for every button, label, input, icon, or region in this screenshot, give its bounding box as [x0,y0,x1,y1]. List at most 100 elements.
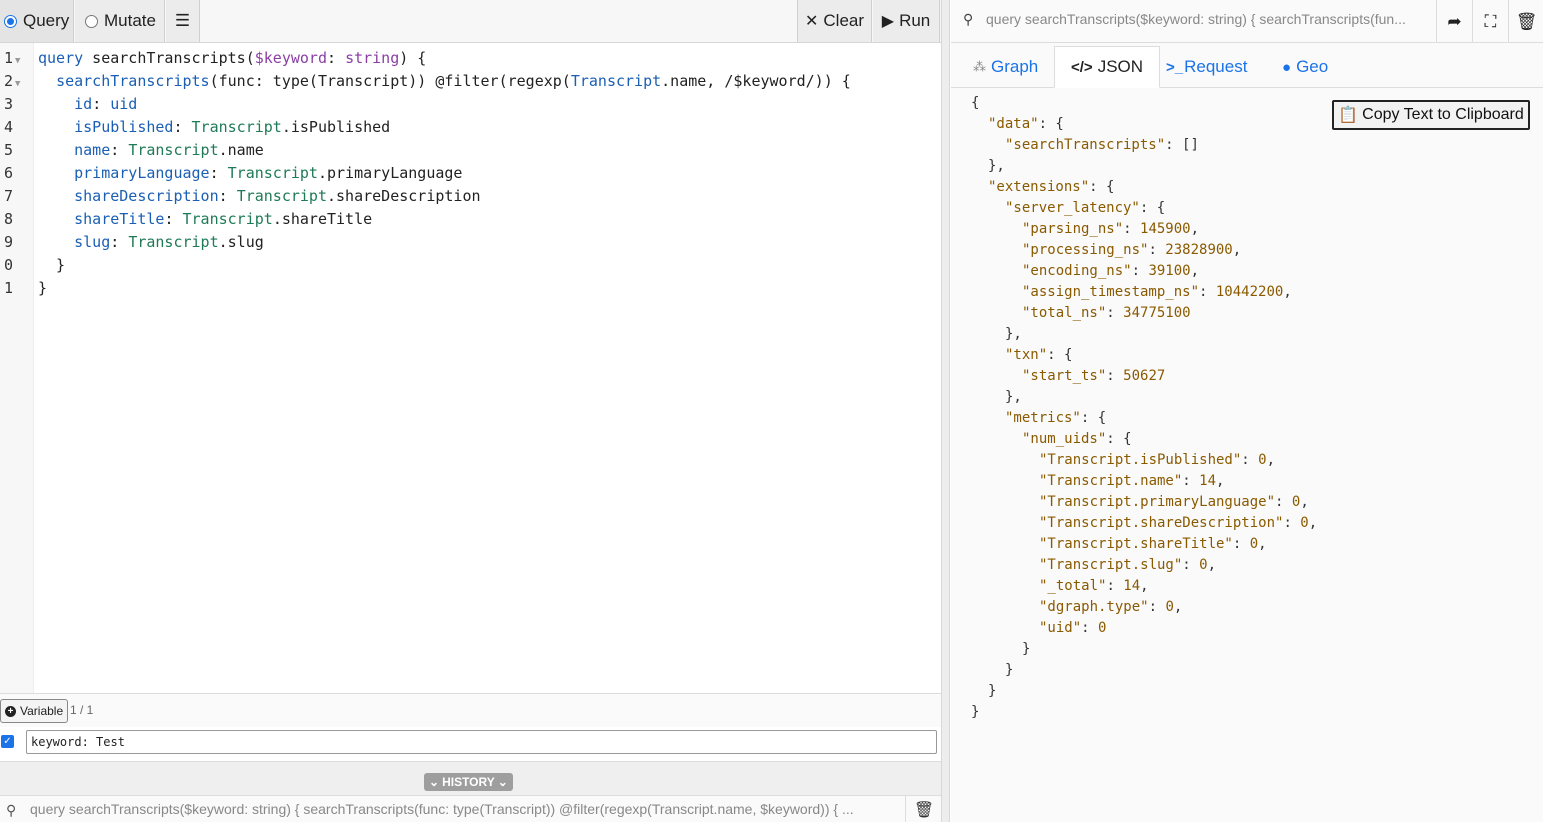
json-value: : [] [1165,137,1199,153]
copy-button-label: Copy Text to Clipboard [1362,106,1524,123]
line-number: 3 [4,95,14,113]
variable-input[interactable]: keyword: Test [26,730,937,754]
tab-geo[interactable]: ● Geo [1282,46,1328,88]
json-punct: , [1216,473,1225,489]
json-number: 0 [1300,515,1309,531]
code-line[interactable]: isPublished: Transcript.isPublished [38,116,390,139]
json-value: } [1005,662,1014,678]
fold-arrow-icon[interactable]: ▼ [15,79,20,89]
json-value: : [1123,221,1141,237]
json-line: "num_uids": { [1022,429,1132,450]
json-line: "Transcript.shareTitle": 0, [1039,534,1267,555]
json-punct: , [1308,515,1318,531]
json-number: 0 [1098,620,1107,636]
code-line[interactable]: } [38,254,65,277]
code-token: : [110,233,129,251]
mutate-radio-icon[interactable] [85,14,98,28]
tab-request[interactable]: >_ Request [1166,46,1247,88]
trash-icon: 🗑 [1515,11,1538,31]
line-number: 8 [4,210,14,228]
json-value: : [1106,368,1124,384]
line-number: 9 [4,233,14,251]
fullscreen-button[interactable]: ⛶ [1472,0,1508,43]
code-line[interactable]: primaryLanguage: Transcript.primaryLangu… [38,162,462,185]
tab-graph[interactable]: ⁂ Graph [973,46,1038,88]
delete-result-button[interactable]: 🗑 [1508,0,1543,43]
result-pane: ⚲ query searchTranscripts($keyword: stri… [951,0,1543,822]
code-line[interactable]: query searchTranscripts($keyword: string… [38,47,426,70]
code-line[interactable]: shareTitle: Transcript.shareTitle [38,208,372,231]
chevron-down-icon: ⌄ [429,775,440,789]
tab-json-label: JSON [1097,57,1144,76]
share-button[interactable]: ➦ [1436,0,1472,43]
trash-icon: 🗑 [913,801,935,819]
code-token: name [74,141,111,159]
editor-toolbar: Query Mutate ☰ ✕ Clear ▶ Run [0,0,942,43]
json-key: "num_uids" [1022,431,1107,447]
json-line: "metrics": { [1005,408,1106,429]
add-variable-button[interactable]: + Variable [0,699,69,723]
code-token: : [164,210,183,228]
search-icon: ⚲ [963,11,974,27]
pane-resizer[interactable] [941,0,950,822]
share-icon: ➦ [1447,11,1462,31]
json-line: "Transcript.name": 14, [1039,471,1224,492]
search-icon: ⚲ [6,802,17,818]
history-query-text[interactable]: query searchTranscripts($keyword: string… [30,801,900,817]
code-token: searchTranscripts [56,72,210,90]
query-mode-button[interactable]: Query [0,0,74,42]
result-header: ⚲ query searchTranscripts($keyword: stri… [951,0,1543,43]
code-line[interactable]: slug: Transcript.slug [38,231,264,254]
tab-graph-label: Graph [991,57,1039,76]
json-value: : [1283,515,1301,531]
clear-button[interactable]: ✕ Clear [797,0,872,42]
variable-enabled-checkbox[interactable]: ✓ [1,735,14,748]
code-line[interactable]: } [38,277,47,300]
json-key: "total_ns" [1022,305,1107,321]
tab-json[interactable]: </> JSON [1054,46,1161,88]
json-punct: , [1190,263,1200,279]
json-key: "Transcript.name" [1039,473,1183,489]
json-punct: , [1207,557,1217,573]
line-number: 6 [4,164,14,182]
code-line[interactable]: id: uid [38,93,137,116]
delete-history-button[interactable]: 🗑 [905,796,942,822]
json-punct: , [1140,578,1149,594]
json-number: 0 [1165,599,1174,615]
json-value: : [1106,578,1124,594]
mutate-mode-button[interactable]: Mutate [75,0,165,42]
json-value: : { [1038,116,1064,132]
json-number: 23828900 [1165,242,1233,258]
code-line[interactable]: shareDescription: Transcript.shareDescri… [38,185,481,208]
code-token: .shareDescription [327,187,481,205]
copy-to-clipboard-button[interactable]: 📋 Copy Text to Clipboard [1332,100,1530,130]
json-value: } [971,704,980,720]
json-line: "assign_timestamp_ns": 10442200, [1022,282,1292,303]
json-line: "_total": 14, [1039,576,1149,597]
query-mode-label: Query [23,11,70,30]
line-number: 0 [4,256,14,274]
json-key: "processing_ns" [1022,242,1149,258]
json-line: } [971,702,979,723]
variable-count: 1 / 1 [70,703,94,717]
history-toggle-button[interactable]: ⌄ HISTORY ⌄ [424,773,513,791]
clear-label: Clear [823,11,865,30]
code-token: Transcript [227,164,318,182]
history-item[interactable]: ⚲ query searchTranscripts($keyword: stri… [0,795,942,822]
json-key: "parsing_ns" [1022,221,1124,237]
code-line[interactable]: searchTranscripts(func: type(Transcript)… [38,70,851,93]
json-line: "parsing_ns": 145900, [1022,219,1199,240]
code-token: .name, /$keyword/)) { [661,72,851,90]
json-line: }, [988,156,1005,177]
query-editor[interactable]: 1 ▼ 2 ▼ 3 4 5 6 7 8 9 0 1 query searchTranscripts($k… [0,43,940,693]
code-line[interactable]: name: Transcript.name [38,139,264,162]
fold-arrow-icon[interactable]: ▼ [15,56,20,66]
line-number: 4 [4,118,14,136]
json-line: }, [1005,387,1022,408]
query-radio-icon[interactable] [4,14,17,28]
json-key: "Transcript.primaryLanguage" [1039,494,1276,510]
run-button[interactable]: ▶ Run [873,0,940,42]
tab-request-label: Request [1184,57,1248,76]
editor-settings-button[interactable]: ☰ [166,0,200,42]
